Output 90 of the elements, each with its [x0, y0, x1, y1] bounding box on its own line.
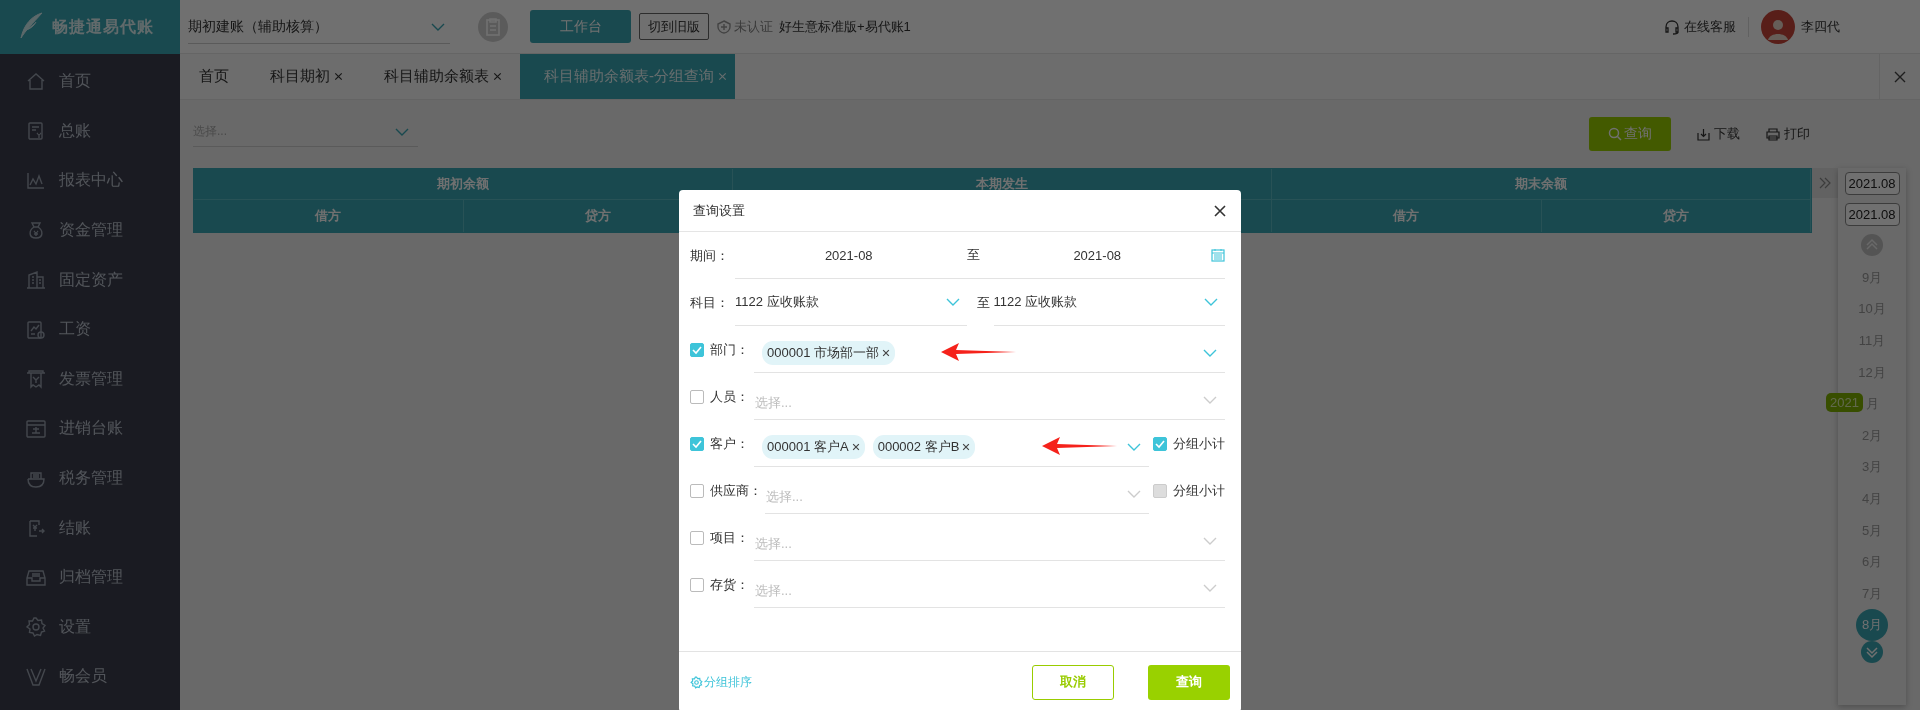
multi-select-field[interactable]: 000001 客户A 000002 客户B: [754, 428, 1149, 467]
selected-tag: 000002 客户B: [872, 435, 976, 459]
multi-select-field[interactable]: 选择...: [765, 475, 1149, 514]
workbench-button[interactable]: 工作台: [530, 10, 631, 43]
field-label: 供应商：: [710, 481, 762, 500]
selected-tag: 000001 客户A: [762, 435, 865, 459]
support-link[interactable]: 在线客服: [1664, 17, 1736, 36]
account-select[interactable]: 期初建账（辅助核算）: [188, 11, 450, 44]
tab[interactable]: 科目辅助余额表-分组查询: [520, 54, 735, 99]
placeholder: 选择...: [765, 488, 803, 506]
field-label: 存货：: [710, 575, 750, 594]
selected-tag: 000001 市场部一部: [762, 341, 895, 365]
period-field[interactable]: 2021-08 至 2021-08: [735, 232, 1225, 279]
download-button[interactable]: 下载: [1697, 125, 1740, 143]
placeholder: 选择...: [754, 394, 792, 412]
month-item[interactable]: 8月: [1856, 609, 1888, 642]
select-value: 1122 应收账款: [993, 293, 1078, 311]
scroll-down-icon[interactable]: [1861, 641, 1883, 664]
print-icon: [1766, 127, 1780, 141]
user-name: 李四代: [1801, 17, 1840, 36]
range-separator: 至: [975, 293, 991, 312]
checkbox-label: 分组小计: [1173, 481, 1225, 500]
check-icon: [692, 344, 702, 355]
print-button[interactable]: 打印: [1766, 125, 1810, 143]
period-end: 2021-08: [1072, 247, 1123, 263]
checkbox[interactable]: [690, 389, 704, 404]
switch-version-button[interactable]: 切到旧版: [639, 13, 709, 40]
checkbox[interactable]: [690, 530, 704, 545]
select-value: 期初建账（辅助核算）: [188, 18, 328, 36]
building-icon: [25, 269, 47, 292]
stock-icon: [25, 417, 47, 440]
range-start[interactable]: 2021.08: [1844, 172, 1900, 195]
checkbox[interactable]: [690, 436, 704, 451]
tab[interactable]: 科目期初: [251, 54, 353, 99]
avatar[interactable]: [1761, 9, 1795, 44]
double-chevron-right-icon[interactable]: [1819, 177, 1831, 189]
checkbox[interactable]: [1153, 436, 1167, 451]
headset-icon: [1664, 18, 1680, 35]
chart-icon: [25, 170, 47, 192]
settings-icon: [690, 675, 703, 689]
multi-select-field[interactable]: 选择...: [754, 569, 1225, 608]
column-header: 借方: [1272, 200, 1542, 232]
invoice-icon: [25, 368, 47, 391]
close-icon[interactable]: [1213, 203, 1227, 218]
tab[interactable]: 首页: [180, 54, 239, 99]
multi-select-field[interactable]: 选择...: [754, 381, 1225, 420]
placeholder: 选择...: [754, 582, 792, 600]
check-icon: [692, 438, 702, 449]
query-button[interactable]: 查询: [1589, 117, 1671, 151]
multi-select-field[interactable]: 000001 市场部一部: [754, 334, 1225, 373]
calendar-icon[interactable]: [1211, 248, 1225, 262]
year-badge: 2021: [1826, 393, 1863, 413]
checkbox[interactable]: [1153, 483, 1167, 498]
field-label: 部门：: [710, 340, 750, 359]
remove-tag-icon[interactable]: [851, 443, 860, 451]
select-value: 1122 应收账款: [735, 293, 819, 311]
subject-select[interactable]: 1122 应收账款: [735, 279, 967, 326]
shield-icon: [717, 19, 731, 34]
subject-select[interactable]: 1122 应收账款: [993, 279, 1225, 326]
remove-tag-icon[interactable]: [962, 443, 971, 451]
cancel-button[interactable]: 取消: [1032, 664, 1114, 700]
multi-select-field[interactable]: 选择...: [754, 522, 1225, 561]
check-icon: [1155, 438, 1165, 449]
column-header: 期末余额: [1272, 169, 1811, 200]
field-label: 期间：: [690, 246, 730, 265]
remove-tag-icon[interactable]: [882, 349, 890, 357]
field-label: 人员：: [710, 387, 750, 406]
column-header: 借方: [194, 200, 464, 232]
field-label: 项目：: [710, 528, 750, 547]
placeholder: 选择...: [754, 535, 792, 553]
edition-name: 好生意标准版+易代账1: [779, 17, 911, 36]
checkbox[interactable]: [690, 342, 704, 357]
home-icon: [25, 70, 47, 93]
checkbox[interactable]: [690, 483, 704, 498]
tab[interactable]: 科目辅助余额表: [365, 54, 512, 99]
group-sort-link[interactable]: 分组排序: [690, 673, 1032, 691]
checkbox-label: 分组小计: [1173, 434, 1225, 453]
download-icon: [1697, 127, 1710, 141]
salary-icon: [25, 318, 47, 341]
brand-name: 畅捷通易代账: [52, 16, 154, 37]
range-end[interactable]: 2021.08: [1844, 203, 1900, 226]
settings-icon: [25, 616, 47, 639]
range-separator: 至: [965, 246, 981, 264]
field-label: 科目：: [690, 293, 730, 312]
column-header: 贷方: [1541, 200, 1811, 232]
query-button[interactable]: 查询: [1148, 664, 1230, 700]
period-start: 2021-08: [823, 247, 874, 263]
checkbox[interactable]: [690, 577, 704, 592]
field-label: 客户：: [710, 434, 750, 453]
search-icon: [1608, 127, 1622, 141]
